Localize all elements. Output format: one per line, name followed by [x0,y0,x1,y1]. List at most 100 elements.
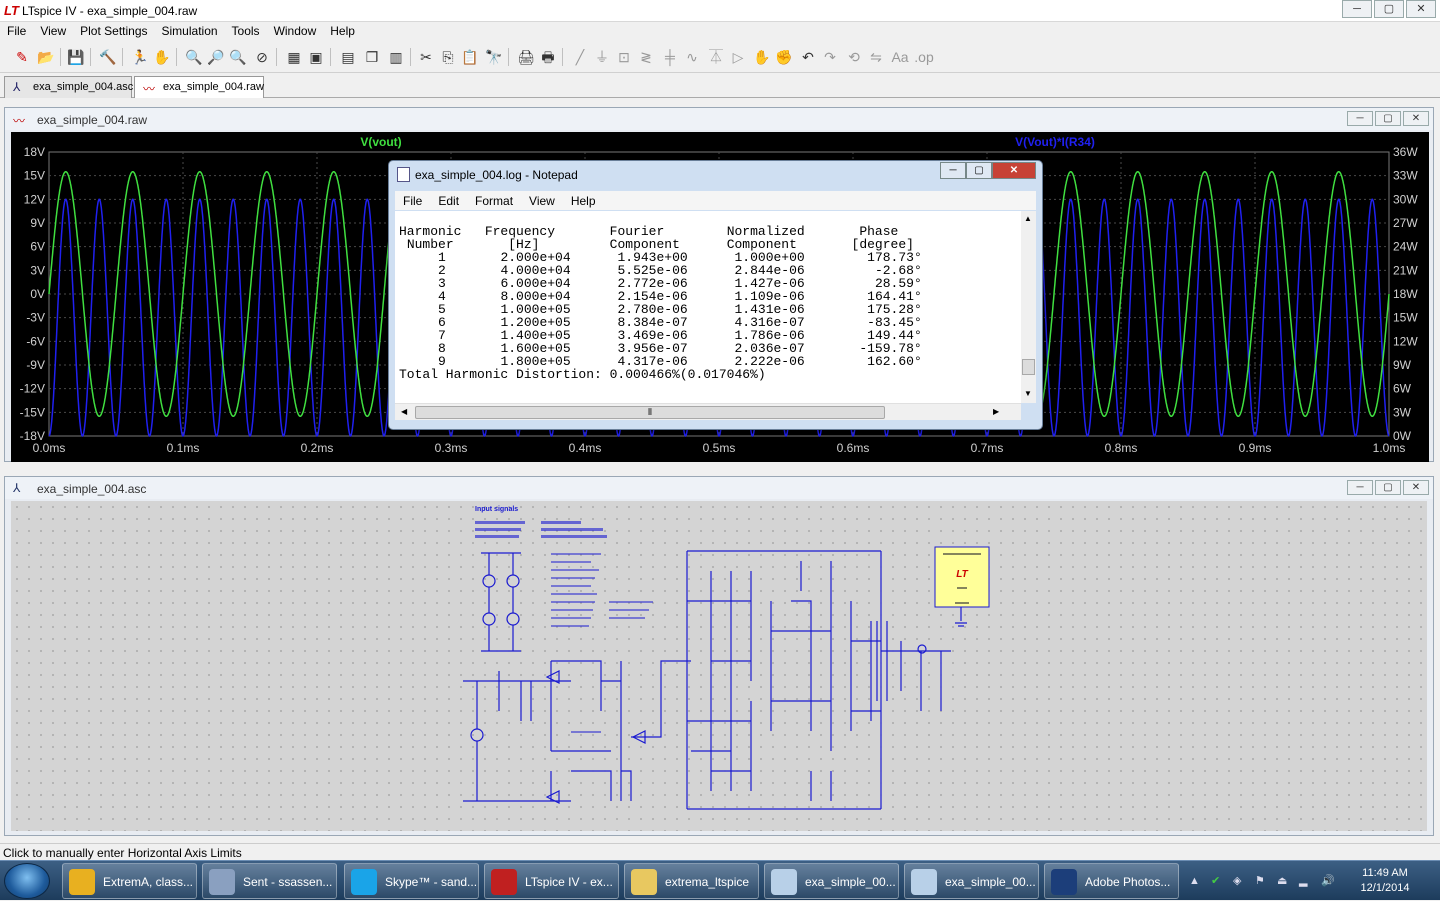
notepad-vertical-scrollbar[interactable]: ▲ ▼ [1021,211,1036,403]
resistor-icon[interactable]: ≷ [636,47,656,67]
notepad-horizontal-scrollbar[interactable]: ◀ ⦀ ▶ [395,403,1021,420]
network-device-icon[interactable]: ◈ [1233,874,1247,888]
taskbar-button[interactable]: LTspice IV - ex... [484,863,619,899]
spice-directive-icon[interactable]: .op [914,47,934,67]
shield-icon[interactable]: ✔ [1211,874,1225,888]
notepad-close-button[interactable]: ✕ [992,162,1036,179]
menu-window[interactable]: Window [267,22,324,42]
zoom-in-icon[interactable]: 🔍 [184,47,204,67]
print-setup-icon[interactable]: 🖨 [516,47,536,67]
y-right-tick-label: 3W [1393,405,1412,419]
mirror-icon[interactable]: ⇋ [866,47,886,67]
menu-view[interactable]: View [33,22,73,42]
save-icon[interactable]: 💾 [66,47,86,67]
horizontal-scroll-thumb[interactable]: ⦀ [415,406,885,419]
taskbar-button[interactable]: Sent - ssassen... [202,863,337,899]
tab-schematic[interactable]: ⅄ exa_simple_004.asc [4,76,133,98]
label-net-icon[interactable]: ⊡ [614,47,634,67]
drag-icon[interactable]: ✊ [774,47,794,67]
notepad-maximize-button[interactable]: ▢ [966,162,992,179]
menu-tools[interactable]: Tools [225,22,267,42]
schematic-close-button[interactable]: ✕ [1403,480,1429,495]
paste-icon[interactable]: 📋 [460,47,480,67]
tile-horizontal-icon[interactable]: ▤ [338,47,358,67]
control-panel-icon[interactable]: 🔨 [98,47,118,67]
notepad-minimize-button[interactable]: ─ [940,162,966,179]
cut-icon[interactable]: ✂ [416,47,436,67]
notepad-menu-edit[interactable]: Edit [430,191,467,210]
menu-plot-settings[interactable]: Plot Settings [73,22,154,42]
usb-icon[interactable]: ⏏ [1277,874,1291,888]
y-right-tick-label: 33W [1393,169,1418,183]
menu-file[interactable]: File [0,22,33,42]
scroll-left-icon[interactable]: ◀ [401,407,407,416]
rotate-icon[interactable]: ⟲ [844,47,864,67]
menu-simulation[interactable]: Simulation [155,22,225,42]
wire-icon[interactable]: ╱ [570,47,590,67]
clock[interactable]: 11:49 AM 12/1/2014 [1350,866,1420,896]
tab-waveform[interactable]: 〰 exa_simple_004.raw [134,76,264,98]
fit-icon[interactable]: ▣ [306,47,326,67]
system-tray: ▲ ✔ ◈ ⚑ ⏏ ▂ 🔊 11:49 AM 12/1/2014 [1185,861,1440,901]
ltspice-logo-icon: LT [4,3,19,18]
tile-vertical-icon[interactable]: ▥ [386,47,406,67]
notepad-menu-file[interactable]: File [395,191,430,210]
taskbar-button[interactable]: ExtremA, class... [62,863,197,899]
trace-label-vout[interactable]: V(vout) [360,135,401,149]
taskbar-button[interactable]: exa_simple_00... [904,863,1039,899]
ground-icon[interactable]: ⏚ [592,47,612,67]
notepad-menu-view[interactable]: View [521,191,563,210]
start-button[interactable] [4,863,50,899]
halt-icon[interactable]: ✋ [152,47,172,67]
taskbar-button[interactable]: Adobe Photos... [1044,863,1179,899]
schematic-canvas[interactable]: Input signals LT [11,501,1427,831]
close-button[interactable]: ✕ [1406,0,1436,18]
notepad-menu-format[interactable]: Format [467,191,521,210]
scroll-right-icon[interactable]: ▶ [993,407,999,416]
zoom-cancel-icon[interactable]: ⊘ [252,47,272,67]
power-module-block[interactable]: LT [934,546,990,608]
x-tick-label: 0.9ms [1239,441,1272,455]
notepad-menu-help[interactable]: Help [563,191,604,210]
plot-maximize-button[interactable]: ▢ [1375,111,1401,126]
flag-icon[interactable]: ⚑ [1255,874,1269,888]
plot-minimize-button[interactable]: ─ [1347,111,1373,126]
schematic-drawing[interactable]: Input signals LT [11,501,1427,831]
copy-icon[interactable]: ⎘ [438,47,458,67]
volume-icon[interactable]: 🔊 [1321,874,1335,888]
schematic-minimize-button[interactable]: ─ [1347,480,1373,495]
zoom-out-icon[interactable]: 🔍 [228,47,248,67]
y-right-tick-label: 36W [1393,145,1418,159]
component-icon[interactable]: ▷ [728,47,748,67]
vertical-scroll-thumb[interactable] [1022,359,1035,375]
undo-icon[interactable]: ↶ [798,47,818,67]
new-schematic-icon[interactable]: ✎ [12,47,32,67]
cascade-icon[interactable]: ❐ [362,47,382,67]
show-hidden-icons-icon[interactable]: ▲ [1189,874,1203,888]
open-folder-icon[interactable]: 📂 [36,47,56,67]
taskbar-button[interactable]: Skype™ - sand... [344,863,479,899]
autorange-icon[interactable]: ▦ [284,47,304,67]
schematic-maximize-button[interactable]: ▢ [1375,480,1401,495]
print-icon[interactable]: 🖶 [538,47,558,67]
run-icon[interactable]: 🏃 [130,47,150,67]
trace-label-power[interactable]: V(Vout)*I(R34) [1015,135,1095,149]
scroll-up-icon[interactable]: ▲ [1024,214,1032,223]
find-icon[interactable]: 🔭 [484,47,504,67]
inductor-icon[interactable]: ∿ [682,47,702,67]
minimize-button[interactable]: ─ [1342,0,1372,18]
plot-close-button[interactable]: ✕ [1403,111,1429,126]
taskbar-button[interactable]: exa_simple_00... [764,863,899,899]
notepad-text-area[interactable]: Harmonic Frequency Fourier Normalized Ph… [395,211,1021,403]
capacitor-icon[interactable]: ╪ [660,47,680,67]
menu-help[interactable]: Help [323,22,362,42]
pan-icon[interactable]: 🔎 [206,47,226,67]
signal-icon[interactable]: ▂ [1299,874,1313,888]
maximize-button[interactable]: ▢ [1374,0,1404,18]
diode-icon[interactable]: ⏄ [706,47,726,67]
scroll-down-icon[interactable]: ▼ [1024,389,1032,398]
move-icon[interactable]: ✋ [752,47,772,67]
taskbar-button[interactable]: extrema_ltspice [624,863,759,899]
redo-icon[interactable]: ↷ [820,47,840,67]
text-icon[interactable]: Aa [890,47,910,67]
